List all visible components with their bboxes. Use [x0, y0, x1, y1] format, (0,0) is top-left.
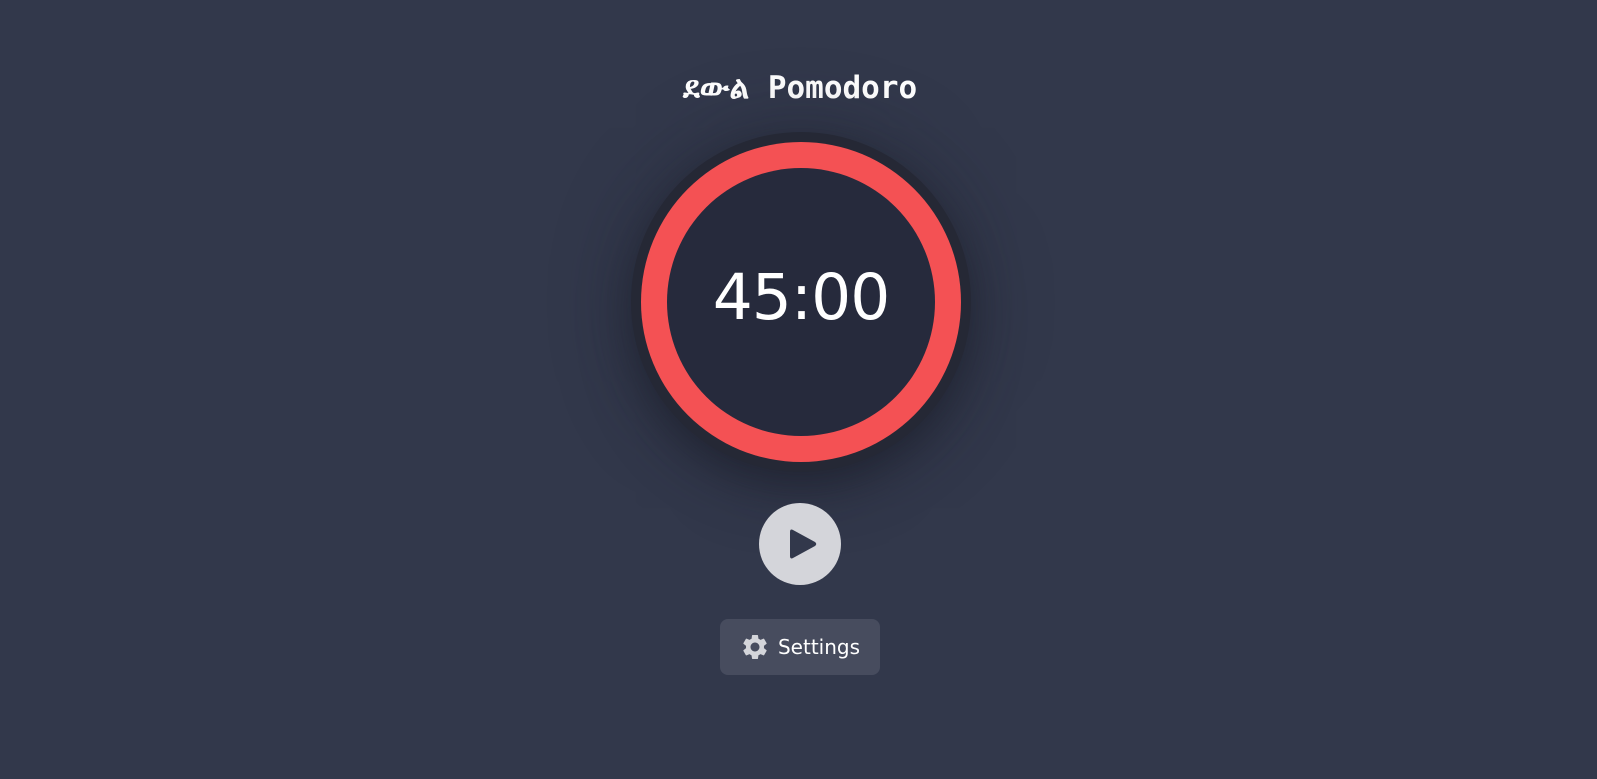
- play-icon: [780, 524, 820, 564]
- settings-label: Settings: [777, 635, 861, 659]
- timer-progress-ring: 45:00: [641, 142, 961, 462]
- play-button[interactable]: [759, 503, 841, 585]
- timer-face: 45:00: [667, 168, 935, 436]
- app-title: ደውል Pomodoro: [682, 70, 918, 106]
- settings-button[interactable]: Settings: [720, 619, 880, 675]
- gear-icon: [740, 632, 770, 662]
- timer-dial: 45:00: [631, 132, 971, 472]
- pomodoro-app: ደውል Pomodoro 45:00 Settings: [0, 0, 1597, 779]
- timer-display: 45:00: [712, 261, 891, 334]
